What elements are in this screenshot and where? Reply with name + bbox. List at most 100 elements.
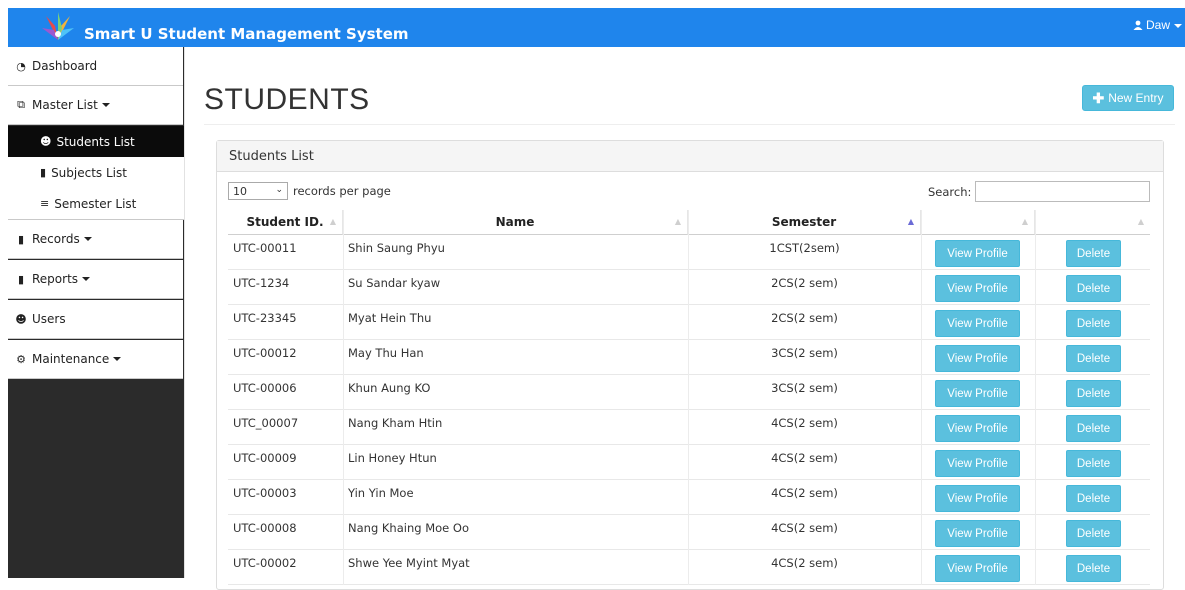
sidebar-item-subjects-list[interactable]: ▮ Subjects List [8,157,184,188]
view-profile-button[interactable]: View Profile [935,380,1020,407]
sidebar-item-semester-list[interactable]: ≡ Semester List [8,188,184,220]
delete-button[interactable]: Delete [1066,520,1121,547]
delete-button[interactable]: Delete [1066,345,1121,372]
view-profile-button[interactable]: View Profile [935,345,1020,372]
view-profile-button[interactable]: View Profile [935,415,1020,442]
delete-button[interactable]: Delete [1066,240,1121,267]
student-id-cell: UTC-1234 [233,276,290,290]
column-header-label: Semester [771,215,837,229]
student-name-cell: Su Sandar kyaw [348,276,441,290]
dashboard-icon: ◔ [16,59,26,73]
table-row: UTC-00002 Shwe Yee Myint Myat 4CS(2 sem) Vi… [228,550,1150,585]
user-icon [1133,20,1143,30]
chevron-down-icon [82,277,91,281]
student-id-cell: UTC-00012 [233,346,297,360]
delete-button[interactable]: Delete [1066,415,1121,442]
student-id-cell: UTC-00006 [233,381,297,395]
view-profile-button[interactable]: View Profile [935,240,1020,267]
user-name: Daw [1145,18,1170,32]
student-name-cell: Shin Saung Phyu [348,241,445,255]
sidebar-divider [184,47,185,578]
semester-cell: 4CS(2 sem) [771,486,838,500]
semester-cell: 4CS(2 sem) [771,521,838,535]
chevron-down-icon [113,357,122,361]
file-icon: ▮ [17,232,25,246]
sidebar-item-label: Users [32,312,66,326]
list-icon: ⧉ [17,98,25,111]
column-header-label: Name [495,215,535,229]
sidebar-item-records[interactable]: ▮ Records [8,220,183,259]
column-header-semester[interactable]: Semester ▲ [688,210,921,235]
student-id-cell: UTC-23345 [233,311,297,325]
student-name-cell: Yin Yin Moe [348,486,414,500]
view-profile-button[interactable]: View Profile [935,450,1020,477]
student-name-cell: Nang Khaing Moe Oo [348,521,469,535]
column-header-name[interactable]: Name ▲ [343,210,688,235]
view-profile-button[interactable]: View Profile [935,275,1020,302]
student-name-cell: Shwe Yee Myint Myat [348,556,470,570]
sidebar-item-reports[interactable]: ▮ Reports [8,260,183,299]
sidebar-item-master-list[interactable]: ⧉ Master List [8,86,183,125]
sort-asc-icon: ▲ [907,217,914,226]
column-header-label: Student ID. [246,215,324,229]
column-divider [921,210,922,585]
bars-icon: ≡ [40,197,50,210]
sort-icon: ▲ [674,217,681,226]
new-entry-button[interactable]: ✚ New Entry [1082,85,1174,111]
title-divider [204,124,1175,125]
student-name-cell: May Thu Han [348,346,424,360]
delete-button[interactable]: Delete [1066,380,1121,407]
semester-cell: 3CS(2 sem) [771,346,838,360]
column-divider [343,210,344,585]
app-title[interactable]: Smart U Student Management System [84,24,409,44]
sidebar-item-users[interactable]: ☻ Users [8,300,183,339]
delete-button[interactable]: Delete [1066,450,1121,477]
semester-cell: 4CS(2 sem) [771,451,838,465]
chevron-down-icon [101,103,110,107]
page-length-select[interactable]: 10 ⌄ [228,182,288,200]
search-input[interactable] [975,181,1150,202]
chevron-down-icon [83,237,92,241]
users-icon: ☻ [15,312,27,326]
view-profile-button[interactable]: View Profile [935,485,1020,512]
delete-button[interactable]: Delete [1066,485,1121,512]
table-row: UTC-00009 Lin Honey Htun 4CS(2 sem) View Pr… [228,445,1150,480]
column-header-view[interactable]: ▲ [921,210,1035,235]
sidebar: ◔ Dashboard ⧉ Master List ☻ Students Lis… [8,47,184,578]
student-id-cell: UTC-00002 [233,556,297,570]
sidebar-item-label: Semester List [54,196,137,211]
semester-cell: 3CS(2 sem) [771,381,838,395]
delete-button[interactable]: Delete [1066,275,1121,302]
student-name-cell: Khun Aung KO [348,381,431,395]
page-length-value: 10 [233,184,247,198]
sidebar-item-students-list[interactable]: ☻ Students List [8,126,184,157]
sidebar-item-label: Reports [32,272,79,286]
sort-icon: ▲ [1137,217,1144,226]
file-icon: ▮ [17,272,25,286]
delete-button[interactable]: Delete [1066,310,1121,337]
view-profile-button[interactable]: View Profile [935,310,1020,337]
sidebar-item-label: Students List [56,134,135,149]
column-divider [688,210,689,585]
page-title: STUDENTS [204,83,370,116]
logo-icon [42,12,74,40]
student-name-cell: Lin Honey Htun [348,451,437,465]
panel-title: Students List [217,141,1163,172]
table-row: UTC-00006 Khun Aung KO 3CS(2 sem) View Prof… [228,375,1150,410]
sidebar-item-label: Records [32,232,80,246]
user-menu[interactable]: Daw [1133,18,1182,32]
semester-cell: 4CS(2 sem) [771,556,838,570]
table-row: UTC_00007 Nang Kham Htin 4CS(2 sem) View Pr… [228,410,1150,445]
plus-icon: ✚ [1092,89,1105,106]
column-header-delete[interactable]: ▲ [1035,210,1150,235]
users-icon: ☻ [40,135,52,148]
chevron-down-icon: ⌄ [275,185,283,195]
sidebar-item-dashboard[interactable]: ◔ Dashboard [8,47,183,86]
semester-cell: 2CS(2 sem) [771,311,838,325]
sidebar-item-maintenance[interactable]: ⚙ Maintenance [8,340,183,379]
sidebar-item-label: Master List [32,98,98,112]
column-header-student-id[interactable]: Student ID. ▲ [228,210,343,235]
student-id-cell: UTC-00011 [233,241,297,255]
new-entry-label: New Entry [1108,91,1164,105]
view-profile-button[interactable]: View Profile [935,520,1020,547]
